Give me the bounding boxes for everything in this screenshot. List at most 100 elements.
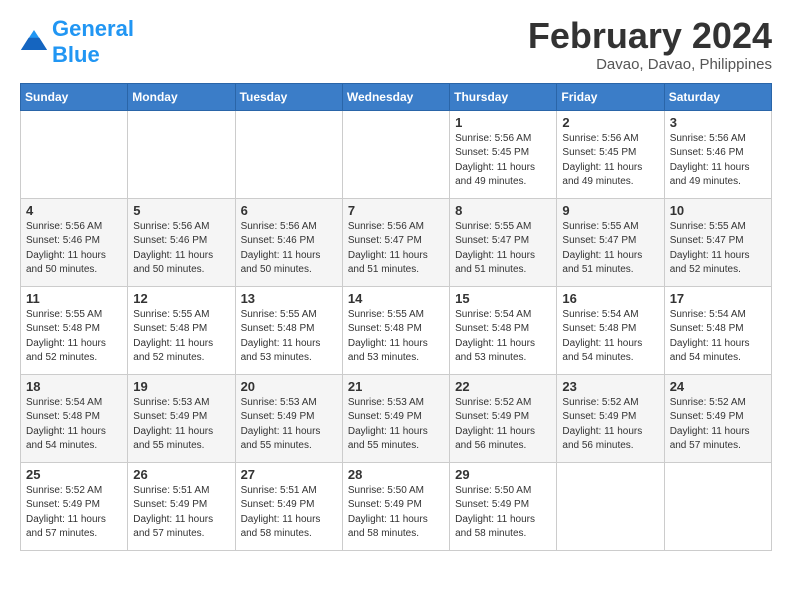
calendar-cell: 11 Sunrise: 5:55 AM Sunset: 5:48 PM Dayli… xyxy=(21,286,128,374)
week-row-3: 11 Sunrise: 5:55 AM Sunset: 5:48 PM Dayli… xyxy=(21,286,772,374)
day-number: 8 xyxy=(455,203,551,218)
day-detail: Sunrise: 5:52 AM Sunset: 5:49 PM Dayligh… xyxy=(455,396,551,454)
calendar-cell: 29 Sunrise: 5:50 AM Sunset: 5:49 PM Dayli… xyxy=(450,462,557,550)
calendar-cell: 12 Sunrise: 5:55 AM Sunset: 5:48 PM Dayli… xyxy=(128,286,235,374)
day-detail: Sunrise: 5:52 AM Sunset: 5:49 PM Dayligh… xyxy=(562,396,658,454)
day-detail: Sunrise: 5:55 AM Sunset: 5:48 PM Dayligh… xyxy=(26,308,122,366)
day-number: 9 xyxy=(562,203,658,218)
day-detail: Sunrise: 5:56 AM Sunset: 5:46 PM Dayligh… xyxy=(26,220,122,278)
day-number: 3 xyxy=(670,115,766,130)
day-detail: Sunrise: 5:55 AM Sunset: 5:47 PM Dayligh… xyxy=(562,220,658,278)
title-area: February 2024 Davao, Davao, Philippines xyxy=(528,16,772,73)
day-number: 11 xyxy=(26,291,122,306)
day-number: 22 xyxy=(455,379,551,394)
month-title: February 2024 xyxy=(528,16,772,56)
calendar-cell: 15 Sunrise: 5:54 AM Sunset: 5:48 PM Dayli… xyxy=(450,286,557,374)
calendar-cell: 17Sunrise: 5:54 AM Sunset: 5:48 PM Dayli… xyxy=(664,286,771,374)
day-detail: Sunrise: 5:50 AM Sunset: 5:49 PM Dayligh… xyxy=(455,484,551,542)
calendar-cell: 28 Sunrise: 5:50 AM Sunset: 5:49 PM Dayli… xyxy=(342,462,449,550)
day-number: 14 xyxy=(348,291,444,306)
calendar-cell: 16 Sunrise: 5:54 AM Sunset: 5:48 PM Dayli… xyxy=(557,286,664,374)
day-number: 16 xyxy=(562,291,658,306)
day-number: 10 xyxy=(670,203,766,218)
calendar-cell: 21 Sunrise: 5:53 AM Sunset: 5:49 PM Dayli… xyxy=(342,374,449,462)
day-number: 13 xyxy=(241,291,337,306)
calendar-cell xyxy=(342,110,449,198)
calendar-cell: 13 Sunrise: 5:55 AM Sunset: 5:48 PM Dayli… xyxy=(235,286,342,374)
day-number: 4 xyxy=(26,203,122,218)
logo-text1: General xyxy=(52,16,134,41)
day-number: 28 xyxy=(348,467,444,482)
day-number: 20 xyxy=(241,379,337,394)
day-detail: Sunrise: 5:56 AM Sunset: 5:46 PM Dayligh… xyxy=(241,220,337,278)
logo-icon xyxy=(20,30,48,50)
day-number: 15 xyxy=(455,291,551,306)
calendar-cell: 4 Sunrise: 5:56 AM Sunset: 5:46 PM Daylig… xyxy=(21,198,128,286)
week-row-5: 25 Sunrise: 5:52 AM Sunset: 5:49 PM Dayli… xyxy=(21,462,772,550)
header-day-saturday: Saturday xyxy=(664,83,771,110)
header-day-thursday: Thursday xyxy=(450,83,557,110)
calendar-body: 1 Sunrise: 5:56 AM Sunset: 5:45 PM Daylig… xyxy=(21,110,772,550)
calendar-cell: 18Sunrise: 5:54 AM Sunset: 5:48 PM Dayli… xyxy=(21,374,128,462)
calendar-cell xyxy=(557,462,664,550)
day-detail: Sunrise: 5:54 AM Sunset: 5:48 PM Dayligh… xyxy=(455,308,551,366)
day-number: 2 xyxy=(562,115,658,130)
week-row-2: 4 Sunrise: 5:56 AM Sunset: 5:46 PM Daylig… xyxy=(21,198,772,286)
calendar-cell: 3 Sunrise: 5:56 AM Sunset: 5:46 PM Daylig… xyxy=(664,110,771,198)
day-detail: Sunrise: 5:51 AM Sunset: 5:49 PM Dayligh… xyxy=(133,484,229,542)
day-detail: Sunrise: 5:54 AM Sunset: 5:48 PM Dayligh… xyxy=(26,396,122,454)
calendar-cell: 1 Sunrise: 5:56 AM Sunset: 5:45 PM Daylig… xyxy=(450,110,557,198)
calendar-cell xyxy=(128,110,235,198)
day-number: 7 xyxy=(348,203,444,218)
calendar-cell: 26Sunrise: 5:51 AM Sunset: 5:49 PM Dayli… xyxy=(128,462,235,550)
calendar-cell: 7 Sunrise: 5:56 AM Sunset: 5:47 PM Daylig… xyxy=(342,198,449,286)
calendar-cell: 2 Sunrise: 5:56 AM Sunset: 5:45 PM Daylig… xyxy=(557,110,664,198)
day-number: 25 xyxy=(26,467,122,482)
day-number: 29 xyxy=(455,467,551,482)
calendar-cell: 22 Sunrise: 5:52 AM Sunset: 5:49 PM Dayli… xyxy=(450,374,557,462)
day-number: 5 xyxy=(133,203,229,218)
day-detail: Sunrise: 5:55 AM Sunset: 5:48 PM Dayligh… xyxy=(241,308,337,366)
calendar-cell: 14 Sunrise: 5:55 AM Sunset: 5:48 PM Dayli… xyxy=(342,286,449,374)
calendar-header-row: SundayMondayTuesdayWednesdayThursdayFrid… xyxy=(21,83,772,110)
day-detail: Sunrise: 5:53 AM Sunset: 5:49 PM Dayligh… xyxy=(133,396,229,454)
calendar-cell: 5 Sunrise: 5:56 AM Sunset: 5:46 PM Daylig… xyxy=(128,198,235,286)
calendar-cell: 27Sunrise: 5:51 AM Sunset: 5:49 PM Dayli… xyxy=(235,462,342,550)
day-detail: Sunrise: 5:52 AM Sunset: 5:49 PM Dayligh… xyxy=(26,484,122,542)
header-day-friday: Friday xyxy=(557,83,664,110)
calendar-cell: 10 Sunrise: 5:55 AM Sunset: 5:47 PM Dayli… xyxy=(664,198,771,286)
calendar-cell: 19Sunrise: 5:53 AM Sunset: 5:49 PM Dayli… xyxy=(128,374,235,462)
location-subtitle: Davao, Davao, Philippines xyxy=(528,56,772,73)
calendar-cell: 25 Sunrise: 5:52 AM Sunset: 5:49 PM Dayli… xyxy=(21,462,128,550)
day-detail: Sunrise: 5:50 AM Sunset: 5:49 PM Dayligh… xyxy=(348,484,444,542)
day-detail: Sunrise: 5:56 AM Sunset: 5:47 PM Dayligh… xyxy=(348,220,444,278)
calendar-cell: 6Sunrise: 5:56 AM Sunset: 5:46 PM Daylig… xyxy=(235,198,342,286)
calendar-cell: 24Sunrise: 5:52 AM Sunset: 5:49 PM Dayli… xyxy=(664,374,771,462)
day-number: 24 xyxy=(670,379,766,394)
header-day-wednesday: Wednesday xyxy=(342,83,449,110)
day-number: 21 xyxy=(348,379,444,394)
day-number: 17 xyxy=(670,291,766,306)
calendar-cell: 9 Sunrise: 5:55 AM Sunset: 5:47 PM Daylig… xyxy=(557,198,664,286)
day-detail: Sunrise: 5:55 AM Sunset: 5:48 PM Dayligh… xyxy=(348,308,444,366)
calendar-cell xyxy=(664,462,771,550)
day-detail: Sunrise: 5:55 AM Sunset: 5:47 PM Dayligh… xyxy=(670,220,766,278)
calendar-cell: 20Sunrise: 5:53 AM Sunset: 5:49 PM Dayli… xyxy=(235,374,342,462)
day-number: 12 xyxy=(133,291,229,306)
header-day-sunday: Sunday xyxy=(21,83,128,110)
calendar-table: SundayMondayTuesdayWednesdayThursdayFrid… xyxy=(20,83,772,551)
day-detail: Sunrise: 5:53 AM Sunset: 5:49 PM Dayligh… xyxy=(348,396,444,454)
day-detail: Sunrise: 5:56 AM Sunset: 5:46 PM Dayligh… xyxy=(133,220,229,278)
week-row-1: 1 Sunrise: 5:56 AM Sunset: 5:45 PM Daylig… xyxy=(21,110,772,198)
calendar-cell: 8 Sunrise: 5:55 AM Sunset: 5:47 PM Daylig… xyxy=(450,198,557,286)
day-detail: Sunrise: 5:55 AM Sunset: 5:48 PM Dayligh… xyxy=(133,308,229,366)
day-detail: Sunrise: 5:54 AM Sunset: 5:48 PM Dayligh… xyxy=(562,308,658,366)
calendar-cell xyxy=(21,110,128,198)
day-detail: Sunrise: 5:56 AM Sunset: 5:46 PM Dayligh… xyxy=(670,132,766,190)
day-number: 27 xyxy=(241,467,337,482)
day-number: 1 xyxy=(455,115,551,130)
day-detail: Sunrise: 5:55 AM Sunset: 5:47 PM Dayligh… xyxy=(455,220,551,278)
day-detail: Sunrise: 5:56 AM Sunset: 5:45 PM Dayligh… xyxy=(455,132,551,190)
calendar-cell: 23Sunrise: 5:52 AM Sunset: 5:49 PM Dayli… xyxy=(557,374,664,462)
day-detail: Sunrise: 5:56 AM Sunset: 5:45 PM Dayligh… xyxy=(562,132,658,190)
